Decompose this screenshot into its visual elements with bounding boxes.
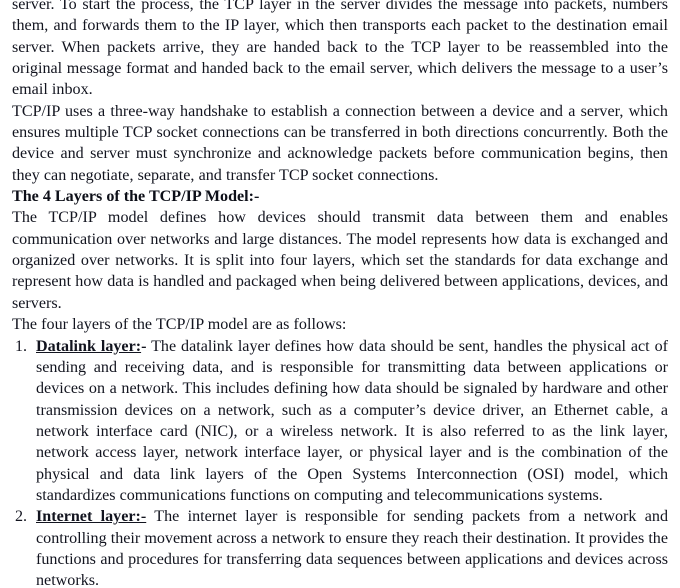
list-item-internet-layer: 2. Internet layer:- The internet layer is… <box>12 506 668 588</box>
list-item-body: The datalink layer defines how data shou… <box>36 337 668 504</box>
paragraph-model-overview: The TCP/IP model defines how devices sho… <box>12 209 668 312</box>
list-item-datalink-layer: 1. Datalink layer:- The datalink layer de… <box>12 336 668 507</box>
section-heading-four-layers: The 4 Layers of the TCP/IP Model:- <box>12 188 260 206</box>
paragraph-three-way-handshake: TCP/IP uses a three-way handshake to est… <box>12 102 668 184</box>
list-item-number: 1. <box>15 337 28 355</box>
list-item-number: 2. <box>15 508 28 526</box>
paragraph-layers-intro: The four layers of the TCP/IP model are … <box>12 316 347 334</box>
list-item-term: Internet layer:- <box>36 508 147 526</box>
layers-list: 1. Datalink layer:- The datalink layer de… <box>12 336 668 588</box>
list-item-term: Datalink layer: <box>36 337 142 355</box>
paragraph-tcp-process: server. To start the process, the TCP la… <box>12 0 668 99</box>
document-page: server. To start the process, the TCP la… <box>0 0 680 588</box>
text-flow: server. To start the process, the TCP la… <box>0 0 680 588</box>
